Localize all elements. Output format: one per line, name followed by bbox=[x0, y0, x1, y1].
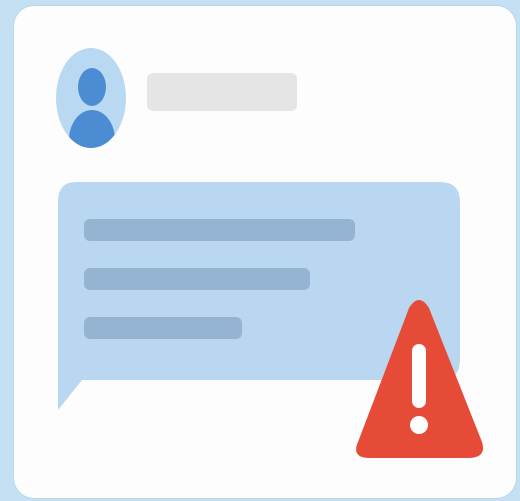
message-text-line-3 bbox=[84, 317, 242, 339]
scene bbox=[0, 0, 520, 501]
message-text-line-2 bbox=[84, 268, 310, 290]
warning-triangle-icon bbox=[356, 300, 484, 458]
exclamation-bar bbox=[412, 344, 426, 408]
message-text-line-1 bbox=[84, 219, 355, 241]
exclamation-dot bbox=[410, 416, 428, 434]
